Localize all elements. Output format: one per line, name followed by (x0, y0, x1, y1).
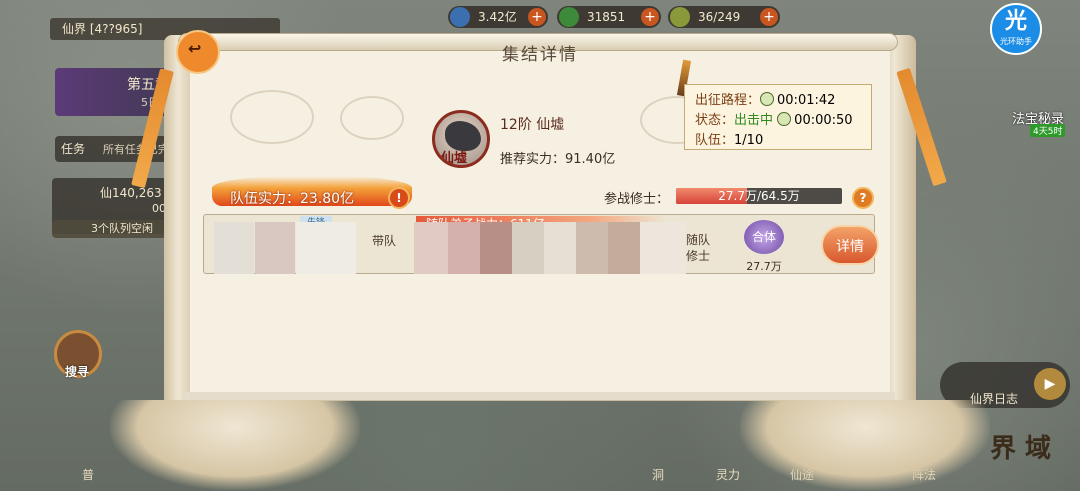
boss-seal: 仙墟 (441, 151, 468, 166)
search-button[interactable]: 搜寻 (54, 330, 102, 379)
censored-block (480, 222, 512, 274)
bottom-tab-2[interactable]: 洞 (652, 466, 664, 483)
route-label: 出征路程： (695, 93, 761, 108)
resource-3-value: 36/249 (698, 10, 741, 24)
cloud-ornament-left-2 (340, 96, 404, 140)
resource-2-value: 31851 (587, 10, 626, 24)
treasure-record-button[interactable]: 法宝秘录 4天5时 (1012, 84, 1076, 137)
panel-title: 集结详情 (502, 45, 578, 65)
team-card-name: 仙140,263 (100, 186, 162, 200)
censored-block (414, 222, 448, 274)
censored-block (448, 222, 480, 274)
bottom-tab-1[interactable]: 普 (82, 466, 94, 483)
clock-icon (760, 92, 775, 106)
recommended-power: 推荐实力：91.40亿 (500, 152, 616, 167)
scroll-foot-left (110, 400, 360, 490)
status-time: 00:00:50 (794, 113, 853, 128)
detail-button[interactable]: 详情 (821, 225, 879, 265)
censored-block (576, 222, 608, 274)
scroll-foot-right (740, 400, 990, 490)
bottom-tab-3[interactable]: 灵力 (716, 466, 740, 483)
treasure-record-time: 4天5时 (1030, 124, 1066, 137)
close-button[interactable]: ↩ (176, 30, 220, 74)
censored-block (512, 222, 544, 274)
team-label: 队伍： (695, 133, 735, 148)
play-icon: ▶ (1034, 368, 1066, 400)
join-label: 参战修士： (604, 192, 670, 207)
boss-portrait[interactable]: 仙墟 (432, 110, 490, 168)
search-label: 搜寻 (65, 365, 90, 379)
resource-1-value: 3.42亿 (478, 10, 517, 24)
task-label: 任务 (61, 142, 86, 156)
stamina-icon (670, 7, 690, 27)
top-resource-bar: 仙界 [4??965] 3.42亿 + 31851 + 36/249 + (0, 0, 1080, 40)
march-info-box: 出征路程： 00:01:42 状态：出击中 00:00:50 队伍：1/10 (684, 84, 872, 150)
join-progress-text: 27.7万/64.5万 (718, 189, 800, 203)
resource-1[interactable]: 3.42亿 + (448, 6, 548, 28)
helper-icon: 光 (1004, 9, 1027, 34)
help-button[interactable]: ? (852, 187, 874, 209)
clock-icon (777, 112, 792, 126)
status-label: 状态： (695, 113, 735, 128)
boss-level-name: 12阶 仙墟 (500, 117, 565, 133)
follow-label: 随队修士 (686, 233, 711, 263)
censored-block (214, 222, 254, 274)
route-time: 00:01:42 (777, 93, 836, 108)
realm-name: 仙界 [4??965] (62, 22, 143, 36)
cloud-ornament-left (230, 90, 314, 144)
back-icon: ↩ (188, 39, 202, 58)
team-value: 1/10 (734, 133, 764, 148)
add-resource-2-button[interactable]: + (641, 8, 659, 26)
censored-block (296, 222, 356, 274)
realm-badge: 合体 (744, 220, 784, 254)
censored-block (544, 222, 576, 274)
team-power: 队伍实力：23.80亿 (230, 191, 355, 207)
helper-app-button[interactable]: 光 光环助手 (990, 3, 1042, 55)
add-resource-3-button[interactable]: + (760, 8, 778, 26)
realm-value: 27.7万 (746, 260, 782, 273)
status-value: 出击中 (734, 113, 774, 128)
join-progress-bar: 27.7万/64.5万 (676, 188, 842, 204)
resource-2[interactable]: 31851 + (557, 6, 661, 28)
helper-label: 光环助手 (1000, 37, 1032, 46)
domain-button[interactable]: 界 域 (990, 428, 1051, 465)
warning-button[interactable]: ! (388, 187, 410, 209)
censored-block (608, 222, 640, 274)
censored-block (640, 222, 686, 274)
jade-orb-icon (559, 7, 579, 27)
add-resource-1-button[interactable]: + (528, 8, 546, 26)
lead-label: 带队 (372, 234, 397, 248)
resource-3[interactable]: 36/249 + (668, 6, 780, 28)
censored-block (255, 222, 295, 274)
water-drop-icon (450, 7, 470, 27)
